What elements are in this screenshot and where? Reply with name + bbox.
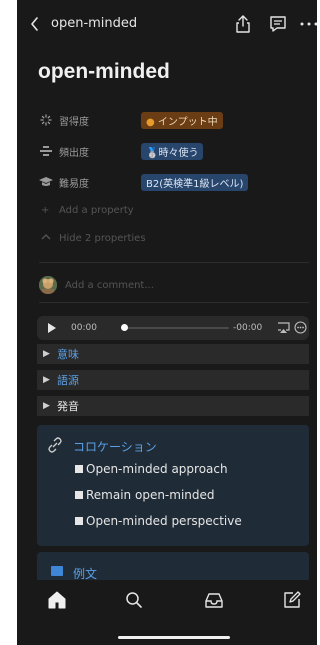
toggle-meaning[interactable]: ▶ 意味 xyxy=(37,344,309,365)
remaining-time: -00:00 xyxy=(233,323,263,333)
property-difficulty[interactable]: 難易度 B2(英検準1級レベル) xyxy=(39,173,309,191)
triangle-right-icon: ▶ xyxy=(43,401,50,411)
property-label: 難易度 xyxy=(59,178,89,190)
property-frequency[interactable]: 頻出度 🥈時々使う xyxy=(39,142,309,160)
topbar-title: open-minded xyxy=(51,16,138,31)
comment-placeholder: Add a comment... xyxy=(65,279,154,291)
hide-properties-button[interactable]: Hide 2 properties xyxy=(41,233,146,244)
airplay-icon[interactable] xyxy=(277,322,290,334)
list-item-text: Remain open-minded xyxy=(86,488,215,502)
plus-icon: + xyxy=(41,205,50,216)
list-item: Remain open-minded xyxy=(75,488,215,502)
frequency-badge[interactable]: 🥈時々使う xyxy=(141,142,204,160)
property-label: 習得度 xyxy=(59,116,89,128)
comment-icon[interactable] xyxy=(268,14,288,34)
share-icon[interactable] xyxy=(233,14,253,34)
square-bullet-icon xyxy=(75,491,83,499)
hide-properties-label: Hide 2 properties xyxy=(59,233,146,244)
top-bar: open-minded xyxy=(17,10,317,38)
toggle-pronunciation[interactable]: ▶ 発音 xyxy=(37,396,309,417)
medal-icon: 🥈 xyxy=(146,147,159,159)
frequency-icon xyxy=(39,144,53,158)
bottom-nav xyxy=(17,580,317,645)
add-property-button[interactable]: + Add a property xyxy=(41,205,134,216)
book-icon xyxy=(51,566,63,576)
progress-knob[interactable] xyxy=(121,324,128,331)
audio-player: 00:00 -00:00 xyxy=(37,316,309,340)
more-options-icon[interactable] xyxy=(294,321,307,334)
page-title: open-minded xyxy=(38,60,170,83)
loading-icon xyxy=(39,113,53,127)
mortarboard-icon xyxy=(39,175,53,189)
property-label: 頻出度 xyxy=(59,147,89,159)
difficulty-badge[interactable]: B2(英検準1級レベル) xyxy=(141,173,249,191)
toggle-label: 意味 xyxy=(57,348,79,361)
toggle-label: 語源 xyxy=(57,374,79,387)
list-item: Open-minded approach xyxy=(75,462,228,476)
toggle-etymology[interactable]: ▶ 語源 xyxy=(37,370,309,391)
collocation-callout: コロケーション Open-minded approach Remain open… xyxy=(37,425,309,546)
divider xyxy=(39,302,309,303)
link-icon xyxy=(48,437,62,453)
add-property-label: Add a property xyxy=(59,205,134,216)
divider xyxy=(39,262,309,263)
example-callout: 例文 xyxy=(37,552,309,582)
progress-track[interactable] xyxy=(123,327,229,329)
status-value: インプット中 xyxy=(157,116,218,128)
home-icon[interactable] xyxy=(47,590,67,610)
orange-dot-icon: ● xyxy=(146,116,155,128)
search-icon[interactable] xyxy=(124,590,144,610)
triangle-right-icon: ▶ xyxy=(43,375,50,385)
app-screen: open-minded open-minded 習得度 ● インプット中 頻出度… xyxy=(17,0,317,645)
callout-title: コロケーション xyxy=(73,440,157,454)
home-indicator xyxy=(118,636,230,639)
property-mastery[interactable]: 習得度 ● インプット中 xyxy=(39,111,309,129)
list-item: Open-minded perspective xyxy=(75,514,242,528)
more-icon[interactable] xyxy=(299,14,317,34)
frequency-value: 時々使う xyxy=(158,147,199,159)
status-badge[interactable]: ● インプット中 xyxy=(141,111,223,129)
square-bullet-icon xyxy=(75,465,83,473)
square-bullet-icon xyxy=(75,517,83,525)
chevron-up-icon xyxy=(41,233,55,244)
back-chevron-icon[interactable] xyxy=(29,16,41,32)
triangle-right-icon: ▶ xyxy=(43,349,50,359)
compose-icon[interactable] xyxy=(282,590,302,610)
toggle-label: 発音 xyxy=(57,400,79,413)
comment-input[interactable]: Add a comment... xyxy=(39,276,154,294)
play-icon[interactable] xyxy=(47,322,57,334)
list-item-text: Open-minded perspective xyxy=(86,514,242,528)
list-item-text: Open-minded approach xyxy=(86,462,228,476)
avatar xyxy=(39,276,57,294)
inbox-icon[interactable] xyxy=(204,590,224,610)
current-time: 00:00 xyxy=(71,323,97,333)
